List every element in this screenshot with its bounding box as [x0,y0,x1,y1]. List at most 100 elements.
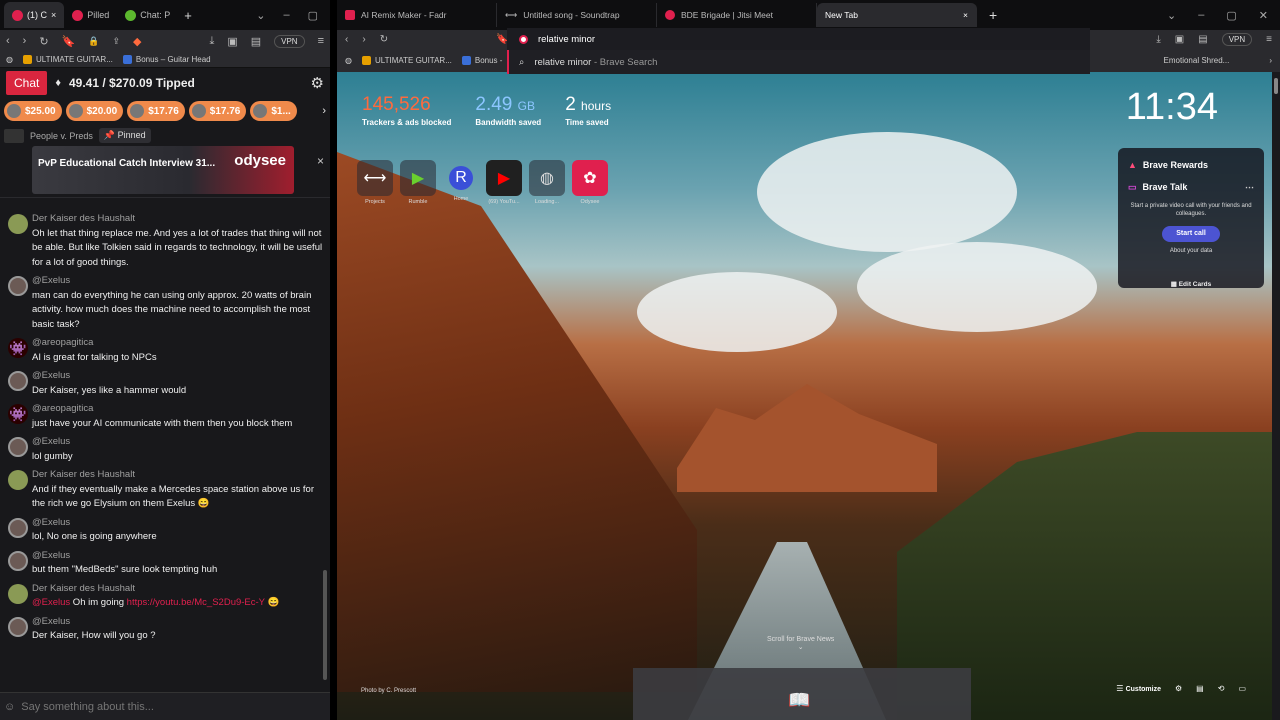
message-author[interactable]: @Exelus [32,615,156,630]
vpn-button[interactable]: VPN [274,34,305,48]
wallet-icon[interactable]: ▤ [251,35,261,48]
avatar[interactable] [8,517,28,538]
maximize-icon[interactable]: ▢ [1226,9,1236,22]
talk-icon[interactable]: ▭ [1238,684,1246,693]
chevron-down-icon[interactable]: ⌄ [1167,9,1176,22]
left-tab-3[interactable]: Chat: P [117,2,178,28]
bookmark-item[interactable]: Emotional Shred... [1164,56,1230,65]
bookmark-item[interactable]: ULTIMATE GUITAR... [361,55,452,65]
message-author[interactable]: @Exelus [32,369,186,384]
mention-link[interactable]: @Exelus [32,597,70,608]
avatar[interactable]: 👾 [8,404,28,424]
search-suggestion[interactable]: ⌕ relative minor - Brave Search [507,50,1090,74]
forward-icon[interactable]: › [362,34,365,45]
avatar[interactable] [8,583,28,604]
bookmark-item[interactable]: Bonus – Guitar Head [122,55,211,64]
brave-rewards-card[interactable]: ▲ Brave Rewards [1128,154,1254,176]
tip-chip[interactable]: $1... [250,101,297,121]
tab-new-tab[interactable]: New Tab × [817,3,977,27]
message-author[interactable]: @Exelus [32,516,157,531]
avatar[interactable] [8,371,28,391]
avatar[interactable] [8,276,28,296]
photo-credit[interactable]: Photo by C. Prescott [361,688,416,694]
menu-icon[interactable]: ≡ [1266,34,1272,45]
message-author[interactable]: Der Kaiser des Haushalt [32,468,326,483]
top-site-tile[interactable]: ⟷ Projects [357,160,393,205]
close-icon[interactable]: × [317,154,324,168]
left-tab-2[interactable]: Pilled [64,2,117,28]
maximize-icon[interactable]: ▢ [308,9,318,22]
tip-chip[interactable]: $25.00 [4,101,62,121]
more-icon[interactable]: ⋯ [1245,182,1254,193]
chevron-down-icon[interactable]: ⌄ [256,9,265,22]
back-icon[interactable]: ‹ [345,34,348,45]
close-icon[interactable]: × [963,10,968,20]
message-author[interactable]: @Exelus [32,549,217,564]
vpn-button[interactable]: VPN [1221,32,1253,46]
tab-soundtrap[interactable]: ⟷ Untitled song - Soundtrap [497,3,657,27]
bookmark-item[interactable]: ULTIMATE GUITAR... [22,55,113,64]
sidebar-icon[interactable]: ▣ [1175,34,1184,45]
tab-jitsi[interactable]: BDE Brigade | Jitsi Meet [657,3,817,27]
message-author[interactable]: Der Kaiser des Haushalt [32,582,279,597]
settings-icon[interactable]: ⚙ [1175,684,1182,693]
pinned-video-card[interactable]: PvP Educational Catch Interview 31... od… [32,146,294,194]
top-site-tile[interactable]: ▶ (69) YouTu... [486,160,522,205]
download-icon[interactable]: ⤓ [1156,34,1160,45]
reload-icon[interactable]: ↻ [380,34,388,45]
top-site-tile[interactable]: ✿ Odysee [572,160,608,205]
download-icon[interactable]: ⤓ [209,35,214,48]
bookmark-item[interactable]: Bonus - [461,55,502,65]
chat-scrollbar[interactable] [323,570,327,680]
top-site-tile[interactable]: R Home [443,160,479,205]
avatar[interactable] [8,470,28,490]
scrollbar-thumb[interactable] [1274,78,1278,94]
top-site-tile[interactable]: ▶ Rumble [400,160,436,205]
start-call-button[interactable]: Start call [1162,226,1220,242]
tab-fadr[interactable]: AI Remix Maker - Fadr [337,3,497,27]
scroll-news-hint[interactable]: Scroll for Brave News ⌄ [767,636,834,651]
brave-news-peek[interactable]: 📖 [633,668,971,720]
chevron-right-icon[interactable]: › [322,105,326,117]
chat-tab[interactable]: Chat [6,71,48,95]
url-link[interactable]: https://youtu.be/Mc_S2Du9-Ec-Y [127,597,265,608]
close-icon[interactable]: ✕ [1259,9,1268,22]
avatar[interactable] [8,437,28,457]
brave-shield-icon[interactable]: ◆ [133,35,141,48]
chat-input[interactable] [21,700,302,713]
gear-icon[interactable]: ⚙ [311,74,324,92]
history-icon[interactable]: ⟲ [1218,684,1225,693]
sidebar-icon[interactable]: ▣ [227,35,237,48]
address-bar[interactable]: relative minor [507,28,1090,50]
customize-button[interactable]: ☰ Customize [1116,684,1161,693]
avatar[interactable] [8,616,28,637]
close-icon[interactable]: × [51,10,56,20]
message-author[interactable]: @Exelus [32,274,326,289]
avatar[interactable] [8,214,28,234]
minimize-icon[interactable]: – [283,9,289,22]
share-icon[interactable]: ⇪ [112,36,120,47]
emoji-icon[interactable]: ☺ [4,701,15,713]
message-author[interactable]: Der Kaiser des Haushalt [32,212,326,227]
message-author[interactable]: @Exelus [32,435,73,450]
menu-icon[interactable]: ≡ [318,35,324,47]
tip-chip[interactable]: $17.76 [188,101,247,121]
message-author[interactable]: @areopagitica [32,336,157,351]
message-author[interactable]: @areopagitica [32,402,292,417]
minimize-icon[interactable]: – [1198,9,1204,22]
top-site-tile[interactable]: ◍ Loading... [529,160,565,205]
about-data-link[interactable]: About your data [1128,248,1254,254]
tip-chip[interactable]: $20.00 [65,101,124,121]
new-tab-button[interactable]: + [977,7,1009,23]
left-tab-1[interactable]: (1) C × [4,2,65,28]
tip-chip[interactable]: $17.76 [127,101,185,121]
new-tab-button[interactable]: + [178,8,198,23]
avatar[interactable] [8,550,28,571]
forward-icon[interactable]: › [23,35,27,47]
chevron-right-icon[interactable]: › [1269,56,1272,65]
back-icon[interactable]: ‹ [6,35,10,47]
wallet-icon[interactable]: ▤ [1198,34,1207,45]
bookmarks-icon[interactable]: ▤ [1196,684,1204,693]
avatar[interactable]: 👾 [8,338,28,358]
page-scrollbar[interactable] [1272,72,1280,720]
